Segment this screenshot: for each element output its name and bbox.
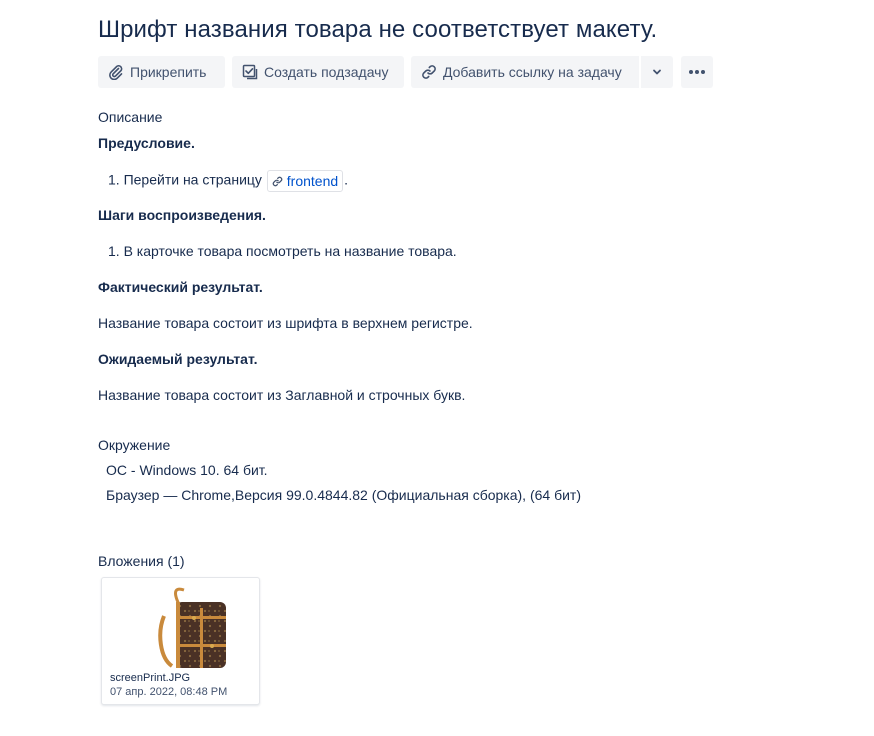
create-subtask-label: Создать подзадачу (264, 64, 389, 80)
create-subtask-button[interactable]: Создать подзадачу (232, 56, 404, 88)
chevron-down-icon (653, 69, 661, 75)
precondition-step: 1. Перейти на страницу frontend . (108, 170, 348, 192)
link-icon (272, 176, 283, 186)
environment-browser: Браузер — Chrome,Версия 99.0.4844.82 (Оф… (106, 487, 581, 503)
actual-result-title: Фактический результат. (98, 279, 263, 295)
expected-result-text: Название товара состоит из Заглавной и с… (98, 387, 466, 403)
description-heading: Описание (98, 109, 163, 125)
environment-os: ОС - Windows 10. 64 бит. (106, 462, 268, 478)
attachment-date: 07 апр. 2022, 08:48 PM (110, 686, 228, 698)
attachment-card[interactable]: screenPrint.JPG 07 апр. 2022, 08:48 PM (101, 577, 260, 705)
list-number: 1. (108, 243, 120, 259)
link-icon (422, 65, 436, 79)
attachment-thumbnail (115, 578, 246, 670)
precondition-title: Предусловие. (98, 135, 195, 151)
link-issue-button[interactable]: Добавить ссылку на задачу (411, 56, 639, 88)
paperclip-icon (109, 65, 123, 80)
precondition-step-text: Перейти на страницу (123, 171, 262, 188)
link-issue-label: Добавить ссылку на задачу (443, 64, 622, 80)
checkbox-icon (242, 64, 258, 80)
environment-heading: Окружение (98, 437, 171, 453)
attach-button[interactable]: Прикрепить (98, 56, 225, 88)
attachment-filename: screenPrint.JPG (110, 672, 191, 684)
expected-result-title: Ожидаемый результат. (98, 351, 258, 367)
actual-result-text: Название товара состоит из шрифта в верх… (98, 315, 473, 331)
issue-toolbar: Прикрепить Создать подзадачу Добавить сс… (98, 56, 713, 88)
attach-button-label: Прикрепить (130, 64, 207, 80)
steps-item: 1. В карточке товара посмотреть на назва… (108, 243, 457, 259)
steps-item-text: В карточке товара посмотреть на название… (123, 243, 457, 259)
issue-title[interactable]: Шрифт названия товара не соответствует м… (98, 16, 657, 44)
steps-title: Шаги воспроизведения. (98, 207, 266, 223)
frontend-link[interactable]: frontend (266, 170, 344, 192)
precondition-step-end: . (344, 171, 349, 188)
attachments-heading: Вложения (1) (98, 553, 185, 569)
list-number: 1. (108, 171, 120, 188)
more-actions-button[interactable] (681, 56, 713, 88)
ellipsis-icon (689, 70, 705, 74)
link-issue-dropdown-button[interactable] (641, 56, 673, 88)
frontend-link-label: frontend (286, 173, 339, 189)
